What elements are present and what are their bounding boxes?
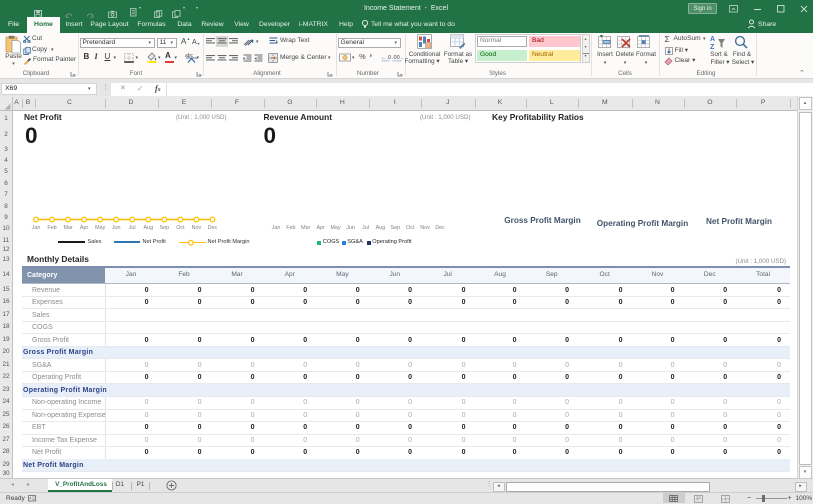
svg-text:←.0: ←.0	[381, 55, 391, 61]
svg-text:A: A	[710, 36, 715, 43]
svg-text:Z: Z	[710, 44, 715, 49]
